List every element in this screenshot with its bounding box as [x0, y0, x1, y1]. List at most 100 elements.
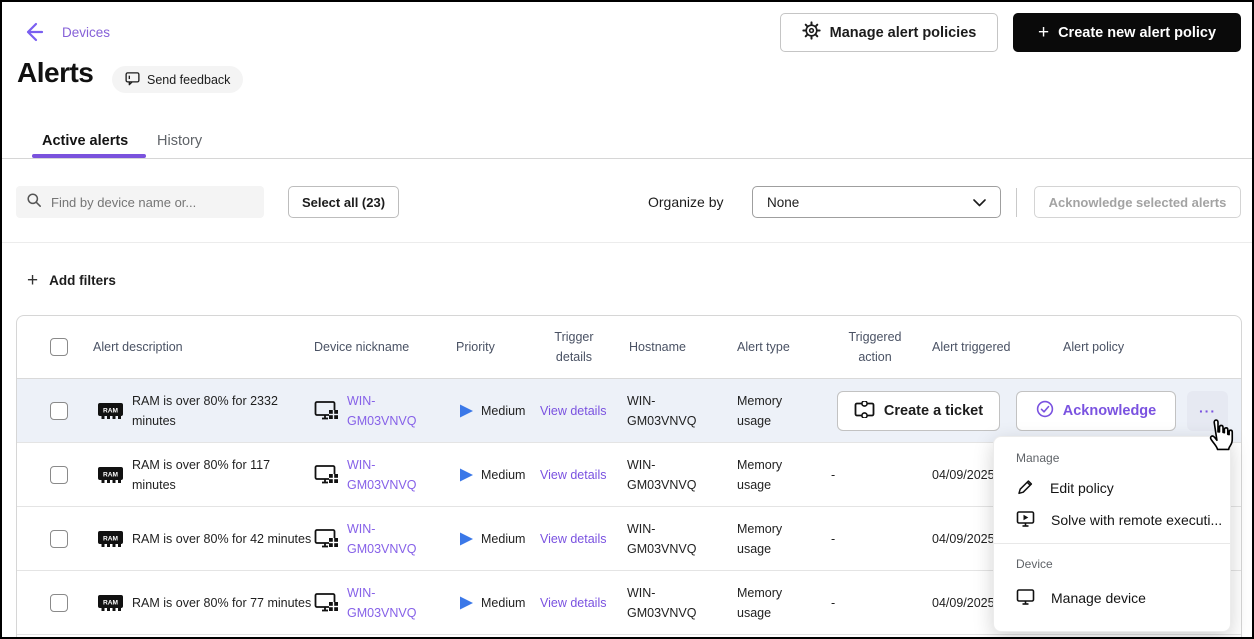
search-icon	[26, 192, 42, 213]
svg-text:RAM: RAM	[103, 599, 119, 606]
device-nickname-link[interactable]: WIN-GM03VNVQ	[347, 583, 425, 623]
device-icon	[314, 399, 340, 423]
acknowledge-button[interactable]: Acknowledge	[1016, 391, 1176, 431]
menu-section-manage: Manage	[1016, 451, 1060, 465]
device-search[interactable]	[16, 186, 264, 218]
add-filters-button[interactable]: + Add filters	[27, 271, 116, 290]
device-icon	[314, 527, 340, 551]
table-header-row: Alert description Device nickname Priori…	[17, 316, 1241, 379]
priority-value: Medium	[481, 531, 526, 546]
svg-text:RAM: RAM	[103, 535, 119, 542]
edit-policy-label: Edit policy	[1050, 480, 1114, 496]
col-triggered-action: Triggered action	[848, 330, 902, 364]
menu-item-edit-policy[interactable]: Edit policy	[994, 473, 1230, 503]
add-filters-label: Add filters	[49, 273, 116, 288]
alert-description: RAM is over 80% for 117 minutes	[132, 457, 271, 492]
manage-device-label: Manage device	[1051, 590, 1146, 606]
feedback-icon	[125, 71, 140, 89]
manage-alert-policies-label: Manage alert policies	[829, 24, 977, 41]
breadcrumb[interactable]: Devices	[62, 25, 110, 40]
hostname-value: WIN-GM03VNVQ	[627, 585, 697, 620]
ellipsis-icon: ···	[1199, 403, 1216, 419]
menu-section-device: Device	[1016, 557, 1053, 571]
row-checkbox[interactable]	[50, 593, 68, 612]
priority-value: Medium	[481, 467, 526, 482]
send-feedback-label: Send feedback	[147, 72, 231, 87]
alert-type-value: Memory usage	[737, 457, 783, 492]
toolbar-bottom-divider	[2, 242, 1252, 243]
acknowledge-selected-label: Acknowledge selected alerts	[1048, 194, 1227, 210]
menu-item-manage-device[interactable]: Manage device	[994, 583, 1230, 613]
row-checkbox[interactable]	[50, 529, 68, 548]
organize-by-value: None	[767, 194, 800, 210]
organize-by-label: Organize by	[648, 194, 724, 210]
more-actions-button[interactable]: ···	[1187, 391, 1228, 431]
col-trigger-details: Trigger details	[554, 330, 594, 364]
check-circle-icon	[1036, 400, 1054, 422]
select-all-button[interactable]: Select all (23)	[288, 186, 399, 218]
monitor-icon	[1016, 588, 1035, 609]
search-input[interactable]	[51, 194, 254, 210]
ticket-icon	[854, 399, 875, 422]
row-checkbox[interactable]	[50, 401, 68, 420]
solve-remote-label: Solve with remote executi...	[1051, 512, 1223, 528]
device-icon	[314, 591, 340, 615]
manage-alert-policies-button[interactable]: Manage alert policies	[780, 13, 998, 52]
col-hostname: Hostname	[629, 340, 686, 354]
alert-description: RAM is over 80% for 2332 minutes	[132, 393, 278, 428]
ram-icon: RAM	[97, 593, 124, 613]
hostname-value: WIN-GM03VNVQ	[627, 393, 697, 428]
priority-medium-icon	[458, 402, 475, 419]
pencil-icon	[1016, 478, 1034, 499]
priority-value: Medium	[481, 595, 526, 610]
view-details-link[interactable]: View details	[540, 465, 606, 485]
device-nickname-link[interactable]: WIN-GM03VNVQ	[347, 519, 425, 559]
organize-by-select[interactable]: None	[752, 186, 1001, 218]
back-arrow-icon[interactable]	[20, 19, 46, 45]
col-alert-triggered: Alert triggered	[932, 340, 1011, 354]
priority-medium-icon	[458, 530, 475, 547]
device-nickname-link[interactable]: WIN-GM03VNVQ	[347, 455, 425, 495]
acknowledge-label: Acknowledge	[1062, 403, 1157, 419]
col-alert-policy: Alert policy	[1063, 340, 1125, 354]
view-details-link[interactable]: View details	[540, 401, 606, 421]
alert-triggered-value: 04/09/2025	[932, 531, 995, 546]
ram-icon: RAM	[97, 529, 124, 549]
table-row: RAM RAM is over 80% for 2332 minutes WIN…	[17, 379, 1241, 443]
chevron-down-icon	[973, 195, 986, 210]
monitor-play-icon	[1016, 510, 1035, 531]
create-ticket-button[interactable]: Create a ticket	[837, 391, 1000, 431]
col-device-nickname: Device nickname	[314, 340, 410, 354]
menu-item-solve-remote[interactable]: Solve with remote executi...	[994, 505, 1230, 535]
create-new-alert-policy-label: Create new alert policy	[1058, 24, 1217, 41]
row-checkbox[interactable]	[50, 465, 68, 484]
tab-history[interactable]: History	[157, 133, 202, 149]
alert-type-value: Memory usage	[737, 393, 783, 428]
create-new-alert-policy-button[interactable]: + Create new alert policy	[1013, 13, 1241, 52]
device-nickname-link[interactable]: WIN-GM03VNVQ	[347, 391, 425, 431]
triggered-action-value: -	[831, 467, 836, 482]
toolbar-divider	[1016, 188, 1017, 217]
priority-medium-icon	[458, 594, 475, 611]
alert-description: RAM is over 80% for 42 minutes	[132, 531, 312, 546]
alert-type-value: Memory usage	[737, 521, 783, 556]
active-tab-indicator	[32, 154, 146, 158]
view-details-link[interactable]: View details	[540, 529, 606, 549]
tabs-divider	[2, 158, 1252, 159]
select-all-checkbox[interactable]	[50, 338, 68, 356]
send-feedback-button[interactable]: Send feedback	[112, 66, 244, 93]
plus-icon: +	[1037, 22, 1050, 43]
alert-description: RAM is over 80% for 77 minutes	[132, 595, 312, 610]
menu-divider	[994, 543, 1230, 544]
svg-text:RAM: RAM	[103, 407, 119, 414]
view-details-link[interactable]: View details	[540, 593, 606, 613]
ram-icon: RAM	[97, 401, 124, 421]
triggered-action-value: -	[831, 531, 836, 546]
page-title: Alerts	[17, 57, 94, 88]
tab-active-alerts[interactable]: Active alerts	[42, 133, 128, 149]
acknowledge-selected-alerts-button[interactable]: Acknowledge selected alerts	[1034, 186, 1241, 218]
alerts-page: Devices Manage alert policies + Create n…	[0, 0, 1254, 639]
hostname-value: WIN-GM03VNVQ	[627, 521, 697, 556]
ram-icon: RAM	[97, 465, 124, 485]
priority-medium-icon	[458, 466, 475, 483]
